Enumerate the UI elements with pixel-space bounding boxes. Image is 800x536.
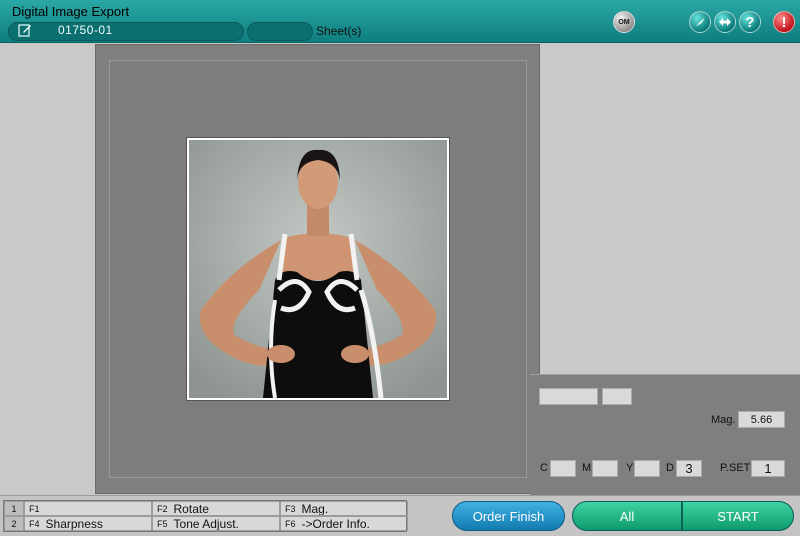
status-field-b (602, 388, 632, 405)
function-key-grid: 1 F1 F2 Rotate F3 Mag. 2 F4 Sharpness F5 Ton… (3, 500, 408, 532)
d-label: D (666, 462, 674, 474)
om-button[interactable]: OM (613, 11, 635, 33)
help-icon: ? (745, 13, 755, 31)
f2-label: Rotate (173, 501, 209, 516)
f4-key-label: F4 (29, 518, 40, 529)
sheets-label: Sheet(s) (316, 24, 362, 38)
alert-button[interactable]: ! (773, 11, 795, 33)
status-field-a (539, 388, 598, 405)
feather-button[interactable] (689, 11, 711, 33)
f3-key-label: F3 (285, 503, 296, 514)
order-finish-button[interactable]: Order Finish (452, 501, 565, 531)
f3-label: Mag. (301, 501, 329, 516)
f3-mag-button[interactable]: F3 Mag. (280, 501, 408, 516)
f2-key-label: F2 (157, 503, 168, 514)
order-number: 01750-01 (58, 23, 113, 37)
help-button[interactable]: ? (739, 11, 761, 33)
m-label: M (582, 462, 592, 474)
m-value[interactable] (592, 460, 618, 477)
c-label: C (540, 462, 548, 474)
alert-icon: ! (781, 13, 787, 31)
order-number-field[interactable] (8, 22, 244, 41)
f5-label: Tone Adjust. (173, 516, 239, 531)
f1-key-label: F1 (29, 503, 40, 514)
y-label: Y (626, 462, 634, 474)
f6-label: ->Order Info. (301, 516, 370, 531)
mag-value[interactable]: 5.66 (738, 411, 785, 428)
pset-value[interactable]: 1 (751, 460, 785, 477)
sheets-field[interactable] (247, 22, 313, 41)
d-value[interactable]: 3 (676, 460, 702, 477)
window-title: Digital Image Export (12, 4, 130, 19)
portrait-photo (189, 140, 447, 398)
edit-icon[interactable] (18, 23, 32, 37)
f6-key-label: F6 (285, 518, 296, 529)
fkey-row-2-number: 2 (4, 516, 24, 531)
f6-order-info-button[interactable]: F6 ->Order Info. (280, 516, 408, 531)
om-icon: OM (618, 18, 630, 26)
image-thumbnail[interactable] (186, 137, 450, 401)
swap-button[interactable] (714, 11, 736, 33)
f4-label: Sharpness (45, 516, 103, 531)
swap-arrows-icon (719, 18, 731, 26)
f1-button[interactable]: F1 (24, 501, 152, 516)
f4-sharpness-button[interactable]: F4 Sharpness (24, 516, 152, 531)
f5-key-label: F5 (157, 518, 168, 529)
f5-tone-adjust-button[interactable]: F5 Tone Adjust. (152, 516, 280, 531)
fkey-row-1-number: 1 (4, 501, 24, 516)
feather-icon (696, 18, 704, 26)
mag-label: Mag. (711, 414, 736, 426)
pset-label: P.SET (720, 462, 751, 474)
start-button[interactable]: START (682, 501, 794, 531)
y-value[interactable] (634, 460, 660, 477)
f2-rotate-button[interactable]: F2 Rotate (152, 501, 280, 516)
all-button[interactable]: All (572, 501, 682, 531)
c-value[interactable] (550, 460, 576, 477)
